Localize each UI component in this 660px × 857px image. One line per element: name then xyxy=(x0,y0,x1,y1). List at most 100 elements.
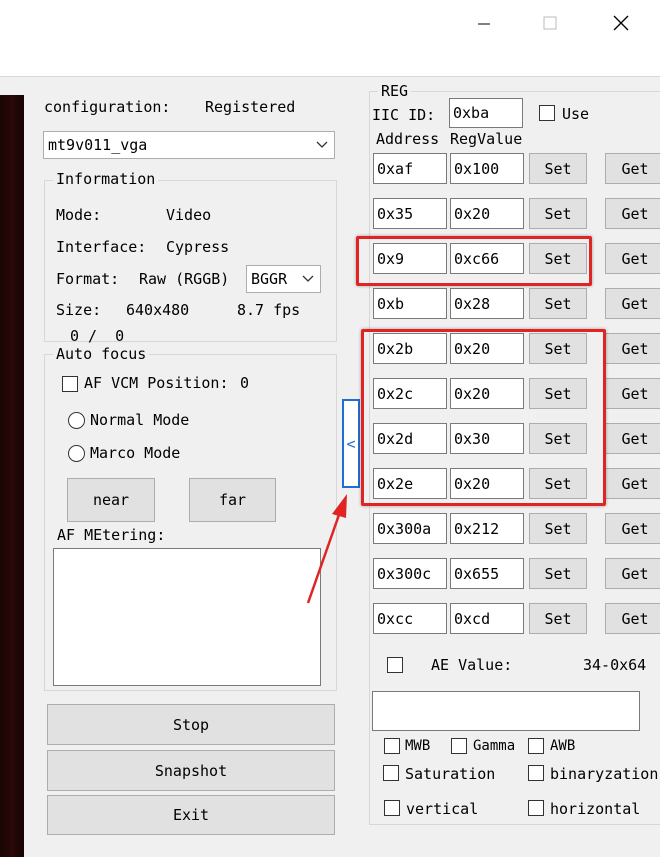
reg-value-field[interactable]: 0xcd xyxy=(450,603,524,634)
highlight-box-single xyxy=(356,236,592,286)
gamma-label: Gamma xyxy=(473,738,516,754)
registered-label: Registered xyxy=(205,98,296,116)
chevron-down-icon xyxy=(316,141,328,148)
bayer-select[interactable]: BGGR xyxy=(246,265,321,293)
vertical-label: vertical xyxy=(406,800,479,818)
exit-button[interactable]: Exit xyxy=(47,795,335,835)
mwb-checkbox[interactable] xyxy=(384,738,400,754)
reg-address-field[interactable]: 0xaf xyxy=(373,153,447,184)
interface-value: Cypress xyxy=(166,238,230,256)
title-bar xyxy=(0,0,660,48)
format-label: Format: xyxy=(56,270,120,288)
reg-set-button[interactable]: Set xyxy=(529,198,587,229)
marco-mode-radio[interactable] xyxy=(68,445,85,462)
reg-get-button[interactable]: Get xyxy=(605,153,660,184)
video-preview xyxy=(0,95,24,857)
reg-get-button[interactable]: Get xyxy=(605,603,660,634)
reg-get-button[interactable]: Get xyxy=(605,243,660,274)
horizontal-checkbox[interactable] xyxy=(528,800,544,816)
chevron-down-icon xyxy=(302,275,314,282)
binaryzation-label: binaryzation xyxy=(550,765,659,783)
gamma-checkbox[interactable] xyxy=(451,738,467,754)
ae-checkbox[interactable] xyxy=(387,657,403,673)
size-label: Size: xyxy=(56,301,102,319)
reg-value-field[interactable]: 0x100 xyxy=(450,153,524,184)
reg-address-field[interactable]: 0x300c xyxy=(373,558,447,589)
af-metering-box[interactable] xyxy=(53,548,321,686)
normal-mode-radio[interactable] xyxy=(68,412,85,429)
reg-address-field[interactable]: 0x300a xyxy=(373,513,447,544)
reg-value-field[interactable]: 0x212 xyxy=(450,513,524,544)
maximize-icon xyxy=(543,16,557,30)
information-title: Information xyxy=(53,170,159,188)
configuration-label: configuration: xyxy=(44,98,171,116)
reg-set-button[interactable]: Set xyxy=(529,513,587,544)
iic-id-field[interactable]: 0xba xyxy=(449,98,523,128)
reg-value-field[interactable]: 0x28 xyxy=(450,288,524,319)
reg-get-button[interactable]: Get xyxy=(605,333,660,364)
awb-checkbox[interactable] xyxy=(528,738,544,754)
reg-address-field[interactable]: 0xb xyxy=(373,288,447,319)
bayer-select-value: BGGR xyxy=(251,270,288,288)
af-vcm-label: AF VCM Position: xyxy=(84,374,229,392)
maximize-button[interactable] xyxy=(527,8,573,38)
reg-get-button[interactable]: Get xyxy=(605,378,660,409)
frame-counter: 0 / 0 xyxy=(70,327,125,345)
collapse-panel-button[interactable]: < xyxy=(342,399,360,488)
mwb-label: MWB xyxy=(405,738,431,754)
close-button[interactable] xyxy=(598,8,644,38)
reg-value-field[interactable]: 0x20 xyxy=(450,198,524,229)
use-label: Use xyxy=(562,105,590,123)
af-metering-label: AF MEtering: xyxy=(57,526,166,544)
reg-set-button[interactable]: Set xyxy=(529,603,587,634)
format-value: Raw (RGGB) xyxy=(139,270,230,288)
far-button[interactable]: far xyxy=(189,478,276,522)
menu-strip xyxy=(0,48,660,77)
vertical-checkbox[interactable] xyxy=(384,800,400,816)
highlight-box-group xyxy=(361,329,606,506)
horizontal-label: horizontal xyxy=(550,800,641,818)
reg-set-button[interactable]: Set xyxy=(529,288,587,319)
reg-get-button[interactable]: Get xyxy=(605,288,660,319)
stop-button[interactable]: Stop xyxy=(47,704,335,745)
mode-value: Video xyxy=(166,206,212,224)
auto-focus-title: Auto focus xyxy=(53,345,150,363)
minimize-button[interactable] xyxy=(461,8,507,38)
iic-id-label: IIC ID: xyxy=(372,106,436,124)
reg-address-field[interactable]: 0xcc xyxy=(373,603,447,634)
reg-get-button[interactable]: Get xyxy=(605,423,660,454)
size-value: 640x480 xyxy=(126,301,190,319)
ae-value-label: AE Value: xyxy=(431,656,513,674)
sensor-select-value: mt9v011_vga xyxy=(48,136,148,154)
marco-mode-label: Marco Mode xyxy=(90,444,181,462)
reg-set-button[interactable]: Set xyxy=(529,153,587,184)
use-checkbox[interactable] xyxy=(539,105,555,121)
chevron-left-icon: < xyxy=(346,434,356,453)
reg-set-button[interactable]: Set xyxy=(529,558,587,589)
minimize-icon xyxy=(478,23,490,25)
ae-text-field[interactable] xyxy=(372,691,640,731)
reg-get-button[interactable]: Get xyxy=(605,513,660,544)
saturation-label: Saturation xyxy=(405,765,496,783)
normal-mode-label: Normal Mode xyxy=(90,411,190,429)
address-header: Address xyxy=(376,130,440,148)
reg-address-field[interactable]: 0x35 xyxy=(373,198,447,229)
reg-get-button[interactable]: Get xyxy=(605,468,660,499)
fps-value: 8.7 fps xyxy=(237,301,301,319)
ae-value: 34-0x64 xyxy=(583,656,647,674)
interface-label: Interface: xyxy=(56,238,147,256)
reg-get-button[interactable]: Get xyxy=(605,558,660,589)
reg-title: REG xyxy=(378,82,412,100)
af-vcm-value: 0 xyxy=(240,374,250,392)
saturation-checkbox[interactable] xyxy=(383,765,399,781)
af-vcm-checkbox[interactable] xyxy=(62,376,78,392)
snapshot-button[interactable]: Snapshot xyxy=(47,750,335,791)
sensor-select[interactable]: mt9v011_vga xyxy=(43,131,335,159)
reg-get-button[interactable]: Get xyxy=(605,198,660,229)
near-button[interactable]: near xyxy=(67,478,155,522)
annotation-arrow xyxy=(306,494,347,604)
binaryzation-checkbox[interactable] xyxy=(528,765,544,781)
reg-value-field[interactable]: 0x655 xyxy=(450,558,524,589)
close-icon xyxy=(613,15,629,31)
regvalue-header: RegValue xyxy=(450,130,523,148)
